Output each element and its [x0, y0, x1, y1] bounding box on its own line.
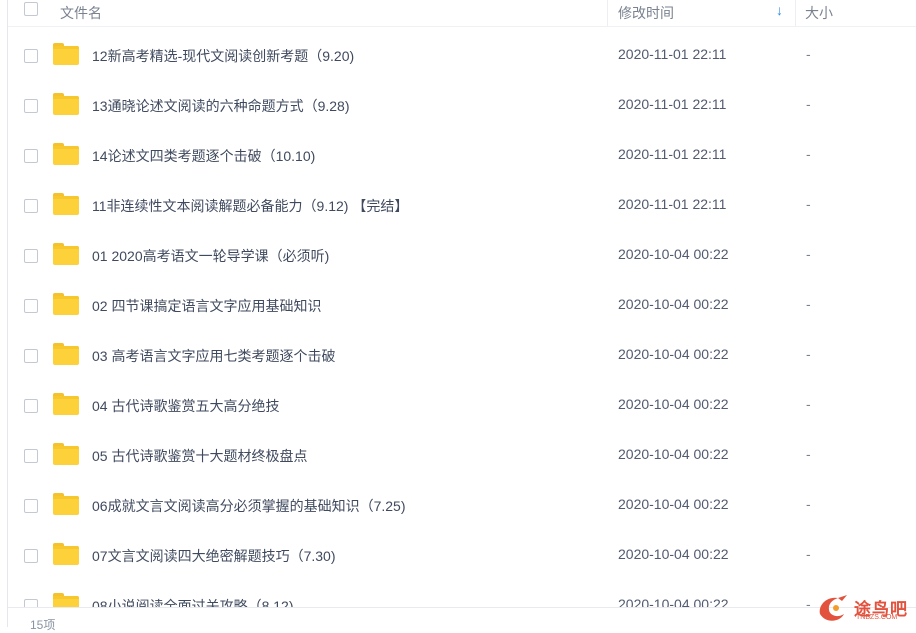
file-row[interactable]: 06成就文言文阅读高分必须掌握的基础知识（7.25) 2020-10-04 00… [8, 481, 916, 531]
folder-icon [53, 493, 79, 515]
file-name[interactable]: 07文言文阅读四大绝密解题技巧（7.30) [92, 546, 335, 566]
row-checkbox[interactable] [24, 249, 38, 263]
folder-icon [53, 243, 79, 265]
row-checkbox[interactable] [24, 199, 38, 213]
file-list-header: 文件名 修改时间 ↓ 大小 [8, 0, 916, 27]
row-checkbox[interactable] [24, 149, 38, 163]
status-bar: 15项 [8, 607, 916, 632]
column-divider[interactable] [607, 0, 608, 26]
column-header-filename[interactable]: 文件名 [60, 3, 102, 23]
file-modified-time: 2020-10-04 00:22 [618, 496, 729, 512]
file-name[interactable]: 03 高考语言文字应用七类考题逐个击破 [92, 346, 335, 366]
folder-icon [53, 193, 79, 215]
file-modified-time: 2020-10-04 00:22 [618, 296, 729, 312]
file-modified-time: 2020-10-04 00:22 [618, 396, 729, 412]
column-header-modified-time[interactable]: 修改时间 [618, 3, 674, 23]
item-count: 15项 [30, 618, 56, 632]
bird-logo-icon [819, 595, 847, 621]
folder-icon [53, 343, 79, 365]
file-modified-time: 2020-11-01 22:11 [618, 196, 727, 212]
column-divider[interactable] [795, 0, 796, 26]
file-row[interactable]: 02 四节课搞定语言文字应用基础知识 2020-10-04 00:22 - [8, 281, 916, 331]
file-modified-time: 2020-10-04 00:22 [618, 246, 729, 262]
file-name[interactable]: 05 古代诗歌鉴赏十大题材终极盘点 [92, 446, 307, 466]
file-row[interactable]: 05 古代诗歌鉴赏十大题材终极盘点 2020-10-04 00:22 - [8, 431, 916, 481]
file-size: - [806, 296, 811, 312]
file-size: - [806, 146, 811, 162]
file-name[interactable]: 12新高考精选-现代文阅读创新考题（9.20) [92, 46, 354, 66]
file-size: - [806, 46, 811, 62]
file-size: - [806, 396, 811, 412]
file-size: - [806, 496, 811, 512]
folder-icon [53, 93, 79, 115]
file-size: - [806, 446, 811, 462]
file-name[interactable]: 14论述文四类考题逐个击破（10.10) [92, 146, 315, 166]
file-row[interactable]: 01 2020高考语文一轮导学课（必须听) 2020-10-04 00:22 - [8, 231, 916, 281]
file-row[interactable]: 13通晓论述文阅读的六种命题方式（9.28) 2020-11-01 22:11 … [8, 81, 916, 131]
row-checkbox[interactable] [24, 549, 38, 563]
row-checkbox[interactable] [24, 349, 38, 363]
file-row[interactable]: 11非连续性文本阅读解题必备能力（9.12) 【完结】 2020-11-01 2… [8, 181, 916, 231]
row-checkbox[interactable] [24, 99, 38, 113]
file-modified-time: 2020-10-04 00:22 [618, 546, 729, 562]
file-name[interactable]: 13通晓论述文阅读的六种命题方式（9.28) [92, 96, 349, 116]
row-checkbox[interactable] [24, 399, 38, 413]
folder-icon [53, 543, 79, 565]
file-modified-time: 2020-11-01 22:11 [618, 46, 727, 62]
watermark-logo: 途鸟吧 TNBZS.COM [812, 590, 916, 627]
folder-icon [53, 293, 79, 315]
file-modified-time: 2020-10-04 00:22 [618, 346, 729, 362]
row-checkbox[interactable] [24, 499, 38, 513]
file-name[interactable]: 01 2020高考语文一轮导学课（必须听) [92, 246, 329, 266]
folder-icon [53, 43, 79, 65]
file-modified-time: 2020-11-01 22:11 [618, 146, 727, 162]
file-name[interactable]: 02 四节课搞定语言文字应用基础知识 [92, 296, 321, 316]
file-row[interactable]: 12新高考精选-现代文阅读创新考题（9.20) 2020-11-01 22:11… [8, 31, 916, 81]
file-row[interactable]: 14论述文四类考题逐个击破（10.10) 2020-11-01 22:11 - [8, 131, 916, 181]
file-size: - [806, 96, 811, 112]
row-checkbox[interactable] [24, 449, 38, 463]
row-checkbox[interactable] [24, 49, 38, 63]
file-size: - [806, 346, 811, 362]
file-size: - [806, 196, 811, 212]
file-modified-time: 2020-11-01 22:11 [618, 96, 727, 112]
folder-icon [53, 443, 79, 465]
file-list: 12新高考精选-现代文阅读创新考题（9.20) 2020-11-01 22:11… [8, 31, 916, 611]
file-row[interactable]: 04 古代诗歌鉴赏五大高分绝技 2020-10-04 00:22 - [8, 381, 916, 431]
file-name[interactable]: 06成就文言文阅读高分必须掌握的基础知识（7.25) [92, 496, 405, 516]
column-header-size[interactable]: 大小 [805, 3, 833, 23]
folder-icon [53, 393, 79, 415]
row-checkbox[interactable] [24, 299, 38, 313]
file-row[interactable]: 07文言文阅读四大绝密解题技巧（7.30) 2020-10-04 00:22 - [8, 531, 916, 581]
file-size: - [806, 246, 811, 262]
file-name[interactable]: 11非连续性文本阅读解题必备能力（9.12) 【完结】 [92, 196, 408, 216]
file-size: - [806, 546, 811, 562]
file-row[interactable]: 03 高考语言文字应用七类考题逐个击破 2020-10-04 00:22 - [8, 331, 916, 381]
folder-icon [53, 143, 79, 165]
file-name[interactable]: 04 古代诗歌鉴赏五大高分绝技 [92, 396, 279, 416]
watermark-subtitle: TNBZS.COM [856, 614, 898, 621]
file-modified-time: 2020-10-04 00:22 [618, 446, 729, 462]
select-all-checkbox[interactable] [24, 2, 38, 16]
arrow-down-icon[interactable]: ↓ [776, 2, 783, 18]
